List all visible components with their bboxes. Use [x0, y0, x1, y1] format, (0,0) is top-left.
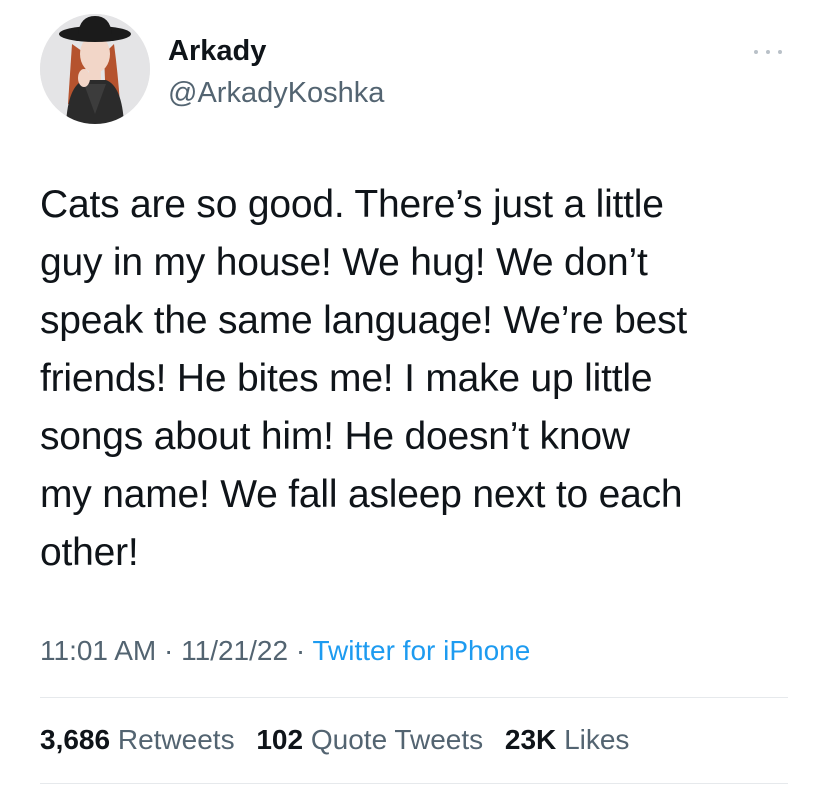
tweet-header: Arkady @ArkadyKoshka [40, 14, 788, 126]
avatar-image [40, 14, 150, 124]
tweet-text-line: speak the same language! We’re best [40, 299, 688, 342]
tweet-text: Cats are so good. There’s just a little … [40, 176, 790, 582]
divider [40, 697, 788, 698]
likes-stat[interactable]: 23K Likes [505, 720, 630, 760]
tweet-text-line: my name! We fall asleep next to each [40, 473, 683, 516]
quote-tweets-stat[interactable]: 102 Quote Tweets [256, 720, 483, 760]
user-names: Arkady @ArkadyKoshka [168, 34, 384, 110]
tweet-stats: 3,686 Retweets 102 Quote Tweets 23K Like… [40, 720, 643, 760]
retweets-count: 3,686 [40, 724, 111, 755]
quote-tweets-count: 102 [256, 724, 304, 755]
display-name[interactable]: Arkady [168, 34, 384, 68]
divider [40, 783, 788, 784]
likes-count: 23K [504, 724, 557, 755]
tweet-text-line: friends! He bites me! I make up little [40, 357, 653, 400]
quote-tweets-label: Quote Tweets [310, 724, 484, 755]
avatar[interactable] [40, 14, 150, 124]
more-options-button[interactable] [748, 42, 788, 62]
meta-separator: · [156, 635, 182, 666]
tweet-text-line: Cats are so good. There’s just a little [40, 183, 664, 226]
retweets-label: Retweets [117, 724, 235, 755]
tweet-source-link[interactable]: Twitter for iPhone [312, 635, 530, 666]
tweet-text-line: guy in my house! We hug! We don’t [40, 241, 648, 284]
user-handle[interactable]: @ArkadyKoshka [168, 76, 384, 110]
tweet-card: Arkady @ArkadyKoshka Cats are so good. T… [0, 0, 828, 785]
tweet-meta: 11:01 AM · 11/21/22 · Twitter for iPhone [40, 631, 530, 671]
more-horizontal-icon [766, 50, 770, 54]
meta-separator: · [288, 635, 313, 666]
tweet-time[interactable]: 11:01 AM [40, 635, 156, 666]
likes-label: Likes [564, 724, 630, 755]
tweet-text-line: songs about him! He doesn’t know [40, 415, 630, 458]
more-horizontal-icon [778, 50, 782, 54]
retweets-stat[interactable]: 3,686 Retweets [40, 720, 235, 760]
tweet-date[interactable]: 11/21/22 [181, 635, 288, 666]
tweet-text-line: other! [40, 531, 139, 574]
more-horizontal-icon [754, 50, 758, 54]
